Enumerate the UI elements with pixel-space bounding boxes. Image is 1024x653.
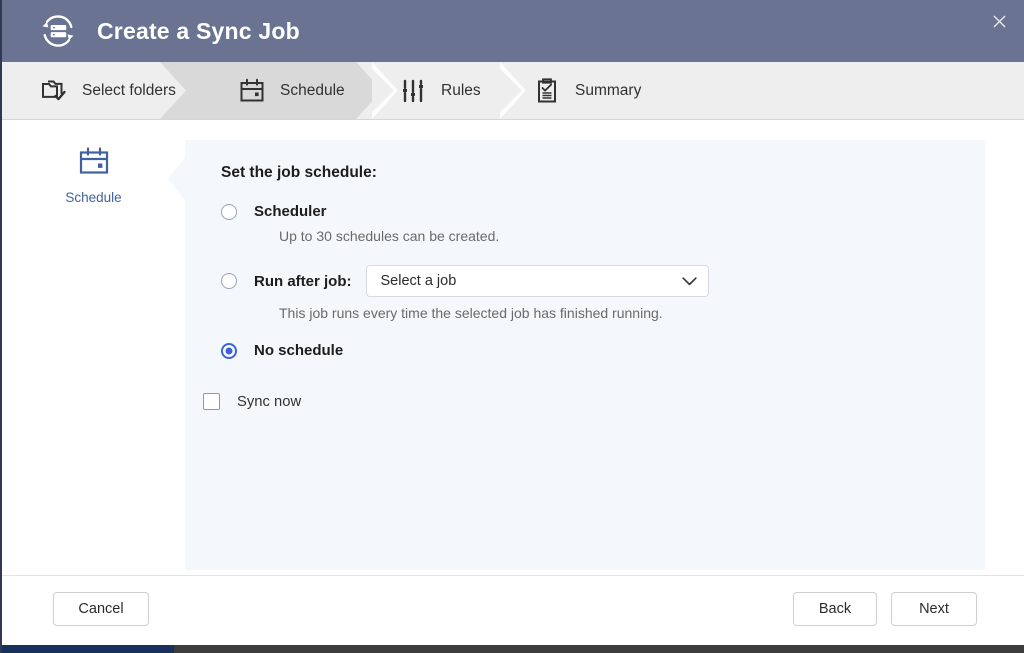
radio-scheduler[interactable] (221, 204, 237, 220)
step-label: Select folders (82, 82, 176, 100)
cancel-button[interactable]: Cancel (53, 592, 149, 626)
clipboard-check-icon (533, 77, 561, 105)
step-schedule[interactable]: Schedule (238, 62, 345, 119)
sidebar: Schedule (2, 120, 185, 575)
option-hint-run-after-job: This job runs every time the selected jo… (279, 305, 965, 321)
create-sync-job-dialog: Create a Sync Job Select folders (0, 0, 1024, 653)
step-summary[interactable]: Summary (533, 62, 641, 119)
desktop-taskbar (2, 645, 1024, 653)
sync-circular-arrows-server-icon (36, 9, 80, 53)
sliders-icon (399, 77, 427, 105)
step-label: Schedule (280, 82, 345, 100)
wizard-step-bar: Select folders Schedule (2, 62, 1024, 120)
option-label: Scheduler (254, 203, 327, 220)
sync-now-label: Sync now (237, 394, 301, 410)
sidebar-item-label: Schedule (65, 190, 121, 205)
calendar-icon (77, 145, 111, 179)
radio-run-after-job[interactable] (221, 273, 237, 289)
chevron-down-icon (682, 277, 697, 286)
radio-no-schedule[interactable] (221, 343, 237, 359)
step-label: Rules (441, 82, 481, 100)
back-button[interactable]: Back (793, 592, 877, 626)
close-icon (992, 14, 1007, 29)
job-select-value: Select a job (381, 273, 682, 289)
step-rules[interactable]: Rules (399, 62, 481, 119)
option-no-schedule[interactable]: No schedule (221, 342, 965, 359)
step-label: Summary (575, 82, 641, 100)
taskbar-accent (2, 645, 174, 653)
close-button[interactable] (982, 6, 1016, 36)
dialog-footer: Cancel Back Next (2, 575, 1024, 641)
option-label: No schedule (254, 342, 343, 359)
page-title: Set the job schedule: (221, 164, 965, 182)
option-scheduler[interactable]: Scheduler (221, 203, 965, 220)
step-select-folders[interactable]: Select folders (40, 62, 176, 119)
sync-now-checkbox[interactable] (203, 393, 220, 410)
option-run-after-job[interactable]: Run after job: Select a job (221, 265, 965, 297)
sync-now-row[interactable]: Sync now (203, 393, 965, 410)
next-button[interactable]: Next (891, 592, 977, 626)
option-label: Run after job: (254, 273, 352, 290)
calendar-icon (238, 77, 266, 105)
job-select-dropdown[interactable]: Select a job (366, 265, 709, 297)
dialog-title: Create a Sync Job (97, 18, 300, 45)
content-panel: Set the job schedule: Scheduler Up to 30… (185, 140, 985, 570)
step-separator (500, 62, 526, 119)
dialog-title-bar: Create a Sync Job (2, 0, 1024, 62)
folders-check-icon (40, 77, 68, 105)
sidebar-item-schedule[interactable]: Schedule (2, 145, 185, 205)
option-hint-scheduler: Up to 30 schedules can be created. (279, 228, 965, 244)
dialog-body: Schedule Set the job schedule: Scheduler… (2, 120, 1024, 575)
step-separator (372, 62, 398, 119)
